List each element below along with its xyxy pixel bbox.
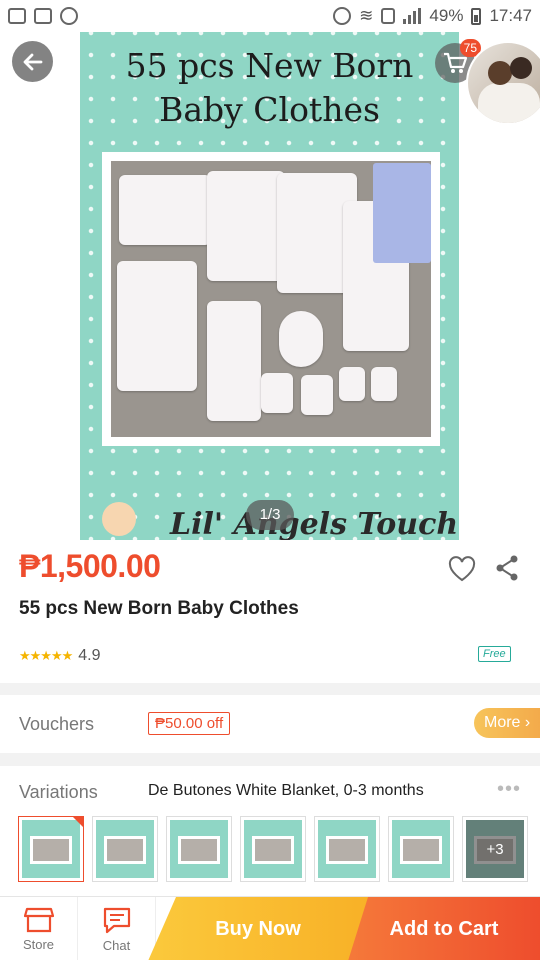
product-price: ₱1,500.00 xyxy=(19,548,161,584)
image-title-line1: 55 pcs New Born xyxy=(125,46,414,85)
variations-label: Variations xyxy=(19,782,98,802)
battery-icon xyxy=(471,7,482,25)
notification-icon xyxy=(34,8,52,24)
variation-thumb[interactable] xyxy=(166,816,232,882)
chat-head-avatar[interactable] xyxy=(466,41,540,125)
share-icon[interactable] xyxy=(494,554,520,582)
buy-now-button[interactable]: Buy Now xyxy=(148,897,368,960)
signal-icon xyxy=(403,8,422,24)
more-vouchers-button[interactable]: More › xyxy=(474,708,540,738)
chat-icon xyxy=(103,907,130,933)
voucher-tag[interactable]: ₱50.00 off xyxy=(148,712,231,735)
more-dots-icon[interactable]: ••• xyxy=(497,778,521,801)
image-title: 55 pcs New Born Baby Clothes xyxy=(80,44,459,132)
chat-button[interactable]: Chat xyxy=(78,897,156,960)
free-shipping-icon: Free xyxy=(478,646,511,662)
gallery-icon xyxy=(8,8,26,24)
wifi-icon: ≋ xyxy=(359,6,374,25)
image-pager: 1/3 xyxy=(246,500,294,530)
back-button[interactable] xyxy=(12,41,53,82)
data-icon xyxy=(381,8,396,24)
variation-thumbnails: +3 xyxy=(18,816,528,882)
rating-value: 4.9 xyxy=(78,647,101,664)
photo-frame xyxy=(102,152,440,446)
bottom-action-bar: Store Chat Buy Now Add to Cart xyxy=(0,896,540,960)
variation-thumb[interactable] xyxy=(388,816,454,882)
status-right: ≋ 49% 17:47 xyxy=(333,6,532,26)
product-title: 55 pcs New Born Baby Clothes xyxy=(19,598,299,619)
store-button[interactable]: Store xyxy=(0,897,78,960)
variation-thumb[interactable] xyxy=(18,816,84,882)
product-info: ₱1,500.00 55 pcs New Born Baby Clothes ★… xyxy=(0,540,540,683)
chat-label: Chat xyxy=(102,937,131,953)
store-icon xyxy=(23,907,54,932)
arrow-left-icon xyxy=(23,53,42,70)
image-brand: Lil' Angels Touch xyxy=(170,507,459,540)
more-label: More xyxy=(484,714,521,731)
vouchers-label: Vouchers xyxy=(19,714,95,734)
more-variations-count: +3 xyxy=(466,820,524,878)
heart-icon[interactable] xyxy=(448,556,476,582)
clock: 17:47 xyxy=(489,6,532,25)
product-image[interactable]: 55 pcs New Born Baby Clothes Lil' Angels… xyxy=(80,0,459,540)
variation-thumb[interactable] xyxy=(92,816,158,882)
clothes-photo xyxy=(111,161,431,437)
variation-thumb[interactable] xyxy=(240,816,306,882)
battery-percent: 49% xyxy=(429,6,464,25)
status-left xyxy=(8,7,78,25)
alarm-icon xyxy=(333,7,352,25)
image-title-line2: Baby Clothes xyxy=(159,90,380,129)
store-label: Store xyxy=(22,936,55,952)
vouchers-row[interactable]: Vouchers ₱50.00 off More › xyxy=(0,695,540,753)
product-page: 55 pcs New Born Baby Clothes Lil' Angels… xyxy=(0,0,540,960)
variation-thumb[interactable] xyxy=(314,816,380,882)
angel-logo-icon xyxy=(102,502,136,536)
add-to-cart-button[interactable]: Add to Cart xyxy=(348,897,540,960)
selected-variation[interactable]: De Butones White Blanket, 0-3 months xyxy=(148,782,424,800)
rating-stars-icon: ★★★★★ xyxy=(19,648,73,663)
product-rating[interactable]: ★★★★★ 4.9 xyxy=(19,647,101,665)
status-bar: ≋ 49% 17:47 xyxy=(0,0,540,32)
messenger-icon xyxy=(60,7,78,25)
variations-section: Variations De Butones White Blanket, 0-3… xyxy=(0,766,540,896)
variation-thumb-more[interactable]: +3 xyxy=(462,816,528,882)
